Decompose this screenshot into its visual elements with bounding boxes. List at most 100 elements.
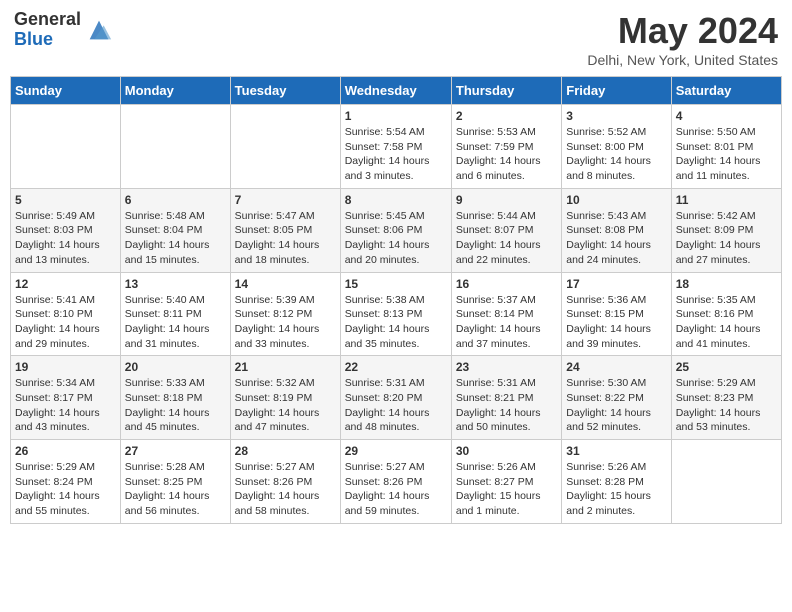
- day-info: Sunrise: 5:29 AMSunset: 8:24 PMDaylight:…: [15, 460, 116, 519]
- calendar-day-cell: 23 Sunrise: 5:31 AMSunset: 8:21 PMDayligh…: [451, 356, 561, 440]
- day-number: 17: [566, 277, 666, 291]
- calendar-day-cell: 11Sunrise: 5:42 AMSunset: 8:09 PMDayligh…: [671, 188, 781, 272]
- day-number: 4: [676, 109, 777, 123]
- calendar-table: SundayMondayTuesdayWednesdayThursdayFrid…: [10, 76, 782, 524]
- day-number: 9: [456, 193, 557, 207]
- calendar-day-cell: [230, 105, 340, 189]
- day-of-week-header: Thursday: [451, 77, 561, 105]
- day-info: Sunrise: 5:26 AMSunset: 8:28 PMDaylight:…: [566, 460, 666, 519]
- calendar-day-cell: 15Sunrise: 5:38 AMSunset: 8:13 PMDayligh…: [340, 272, 451, 356]
- day-number: 29: [345, 444, 447, 458]
- day-number: 19: [15, 360, 116, 374]
- day-number: 3: [566, 109, 666, 123]
- day-info: Sunrise: 5:26 AMSunset: 8:27 PMDaylight:…: [456, 460, 557, 519]
- day-number: 27: [125, 444, 226, 458]
- day-info: Sunrise: 5:45 AMSunset: 8:06 PMDaylight:…: [345, 209, 447, 268]
- month-title: May 2024: [587, 10, 778, 52]
- calendar-day-cell: [11, 105, 121, 189]
- location: Delhi, New York, United States: [587, 52, 778, 68]
- day-number: 13: [125, 277, 226, 291]
- day-info: Sunrise: 5:49 AMSunset: 8:03 PMDaylight:…: [15, 209, 116, 268]
- calendar-header-row: SundayMondayTuesdayWednesdayThursdayFrid…: [11, 77, 782, 105]
- day-number: 23: [456, 360, 557, 374]
- logo-general-text: General: [14, 10, 81, 30]
- calendar-day-cell: 21 Sunrise: 5:32 AMSunset: 8:19 PMDayligh…: [230, 356, 340, 440]
- calendar-day-cell: 30 Sunrise: 5:26 AMSunset: 8:27 PMDayligh…: [451, 440, 561, 524]
- day-info: Sunrise: 5:27 AMSunset: 8:26 PMDaylight:…: [345, 460, 447, 519]
- day-number: 2: [456, 109, 557, 123]
- day-of-week-header: Wednesday: [340, 77, 451, 105]
- calendar-day-cell: 14 Sunrise: 5:39 AMSunset: 8:12 PMDayligh…: [230, 272, 340, 356]
- day-info: Sunrise: 5:43 AMSunset: 8:08 PMDaylight:…: [566, 209, 666, 268]
- calendar-day-cell: 7 Sunrise: 5:47 AMSunset: 8:05 PMDaylight…: [230, 188, 340, 272]
- calendar-day-cell: 25Sunrise: 5:29 AMSunset: 8:23 PMDayligh…: [671, 356, 781, 440]
- calendar-day-cell: [671, 440, 781, 524]
- day-number: 6: [125, 193, 226, 207]
- calendar-day-cell: 18 Sunrise: 5:35 AMSunset: 8:16 PMDayligh…: [671, 272, 781, 356]
- calendar-day-cell: 4 Sunrise: 5:50 AMSunset: 8:01 PMDaylight…: [671, 105, 781, 189]
- day-info: Sunrise: 5:39 AMSunset: 8:12 PMDaylight:…: [235, 293, 336, 352]
- day-info: Sunrise: 5:33 AMSunset: 8:18 PMDaylight:…: [125, 376, 226, 435]
- calendar-week-row: 1 Sunrise: 5:54 AMSunset: 7:58 PMDaylight…: [11, 105, 782, 189]
- calendar-day-cell: 28 Sunrise: 5:27 AMSunset: 8:26 PMDayligh…: [230, 440, 340, 524]
- day-info: Sunrise: 5:42 AMSunset: 8:09 PMDaylight:…: [676, 209, 777, 268]
- day-number: 24: [566, 360, 666, 374]
- calendar-day-cell: 5 Sunrise: 5:49 AMSunset: 8:03 PMDaylight…: [11, 188, 121, 272]
- logo-icon: [85, 16, 113, 44]
- calendar-week-row: 19 Sunrise: 5:34 AMSunset: 8:17 PMDayligh…: [11, 356, 782, 440]
- day-of-week-header: Friday: [562, 77, 671, 105]
- title-block: May 2024 Delhi, New York, United States: [587, 10, 778, 68]
- calendar-day-cell: 17 Sunrise: 5:36 AMSunset: 8:15 PMDayligh…: [562, 272, 671, 356]
- day-info: Sunrise: 5:47 AMSunset: 8:05 PMDaylight:…: [235, 209, 336, 268]
- calendar-week-row: 12Sunrise: 5:41 AMSunset: 8:10 PMDayligh…: [11, 272, 782, 356]
- day-number: 7: [235, 193, 336, 207]
- calendar-day-cell: 12Sunrise: 5:41 AMSunset: 8:10 PMDayligh…: [11, 272, 121, 356]
- calendar-week-row: 5 Sunrise: 5:49 AMSunset: 8:03 PMDaylight…: [11, 188, 782, 272]
- day-of-week-header: Monday: [120, 77, 230, 105]
- day-number: 8: [345, 193, 447, 207]
- day-number: 18: [676, 277, 777, 291]
- day-number: 31: [566, 444, 666, 458]
- day-info: Sunrise: 5:53 AMSunset: 7:59 PMDaylight:…: [456, 125, 557, 184]
- day-info: Sunrise: 5:28 AMSunset: 8:25 PMDaylight:…: [125, 460, 226, 519]
- day-number: 1: [345, 109, 447, 123]
- day-info: Sunrise: 5:35 AMSunset: 8:16 PMDaylight:…: [676, 293, 777, 352]
- calendar-day-cell: 27 Sunrise: 5:28 AMSunset: 8:25 PMDayligh…: [120, 440, 230, 524]
- calendar-day-cell: 13 Sunrise: 5:40 AMSunset: 8:11 PMDayligh…: [120, 272, 230, 356]
- calendar-day-cell: 16 Sunrise: 5:37 AMSunset: 8:14 PMDayligh…: [451, 272, 561, 356]
- day-info: Sunrise: 5:27 AMSunset: 8:26 PMDaylight:…: [235, 460, 336, 519]
- calendar-day-cell: [120, 105, 230, 189]
- day-of-week-header: Saturday: [671, 77, 781, 105]
- day-number: 15: [345, 277, 447, 291]
- day-info: Sunrise: 5:37 AMSunset: 8:14 PMDaylight:…: [456, 293, 557, 352]
- calendar-day-cell: 10Sunrise: 5:43 AMSunset: 8:08 PMDayligh…: [562, 188, 671, 272]
- calendar-day-cell: 9 Sunrise: 5:44 AMSunset: 8:07 PMDaylight…: [451, 188, 561, 272]
- day-number: 28: [235, 444, 336, 458]
- day-number: 14: [235, 277, 336, 291]
- day-info: Sunrise: 5:44 AMSunset: 8:07 PMDaylight:…: [456, 209, 557, 268]
- day-number: 21: [235, 360, 336, 374]
- day-info: Sunrise: 5:30 AMSunset: 8:22 PMDaylight:…: [566, 376, 666, 435]
- day-of-week-header: Tuesday: [230, 77, 340, 105]
- day-info: Sunrise: 5:32 AMSunset: 8:19 PMDaylight:…: [235, 376, 336, 435]
- day-info: Sunrise: 5:36 AMSunset: 8:15 PMDaylight:…: [566, 293, 666, 352]
- day-info: Sunrise: 5:54 AMSunset: 7:58 PMDaylight:…: [345, 125, 447, 184]
- day-info: Sunrise: 5:50 AMSunset: 8:01 PMDaylight:…: [676, 125, 777, 184]
- day-number: 26: [15, 444, 116, 458]
- day-info: Sunrise: 5:31 AMSunset: 8:20 PMDaylight:…: [345, 376, 447, 435]
- day-number: 5: [15, 193, 116, 207]
- day-number: 30: [456, 444, 557, 458]
- day-number: 20: [125, 360, 226, 374]
- calendar-day-cell: 22Sunrise: 5:31 AMSunset: 8:20 PMDayligh…: [340, 356, 451, 440]
- calendar-day-cell: 8 Sunrise: 5:45 AMSunset: 8:06 PMDaylight…: [340, 188, 451, 272]
- day-number: 16: [456, 277, 557, 291]
- calendar-day-cell: 26 Sunrise: 5:29 AMSunset: 8:24 PMDayligh…: [11, 440, 121, 524]
- logo-blue-text: Blue: [14, 30, 81, 50]
- calendar-day-cell: 29 Sunrise: 5:27 AMSunset: 8:26 PMDayligh…: [340, 440, 451, 524]
- day-info: Sunrise: 5:52 AMSunset: 8:00 PMDaylight:…: [566, 125, 666, 184]
- day-info: Sunrise: 5:40 AMSunset: 8:11 PMDaylight:…: [125, 293, 226, 352]
- calendar-day-cell: 19 Sunrise: 5:34 AMSunset: 8:17 PMDayligh…: [11, 356, 121, 440]
- logo: General Blue: [14, 10, 113, 50]
- day-info: Sunrise: 5:31 AMSunset: 8:21 PMDaylight:…: [456, 376, 557, 435]
- day-info: Sunrise: 5:34 AMSunset: 8:17 PMDaylight:…: [15, 376, 116, 435]
